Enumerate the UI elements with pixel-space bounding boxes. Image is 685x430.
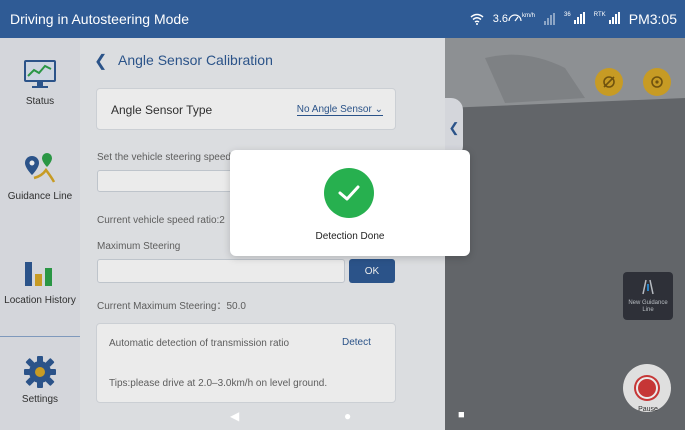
rtk-signal-icon: [608, 11, 620, 24]
detection-dialog: Detection Done: [230, 150, 470, 256]
nav-recents-icon[interactable]: ■: [458, 409, 465, 421]
nav-home-icon[interactable]: ●: [344, 409, 351, 423]
system-nav-bar: ◀ ● ■: [0, 404, 685, 430]
check-icon: [324, 168, 374, 218]
signal-icon: [544, 13, 556, 25]
speedometer-icon: [508, 14, 522, 22]
speed-readout: 3.6 km/h: [492, 13, 536, 25]
satellite-indicator: 36: [564, 11, 585, 27]
clock: PM3:05: [628, 11, 677, 27]
wifi-icon: [470, 13, 484, 25]
rtk-indicator: RTK: [594, 11, 620, 27]
status-bar: Driving in Autosteering Mode 3.6 km/h 36 …: [0, 0, 685, 38]
satellite-signal-icon: [573, 11, 585, 24]
mode-title: Driving in Autosteering Mode: [10, 11, 189, 27]
dialog-message: Detection Done: [315, 231, 385, 242]
nav-back-icon[interactable]: ◀: [230, 409, 239, 423]
status-indicators: 3.6 km/h 36 RTK PM3:05: [470, 11, 677, 27]
